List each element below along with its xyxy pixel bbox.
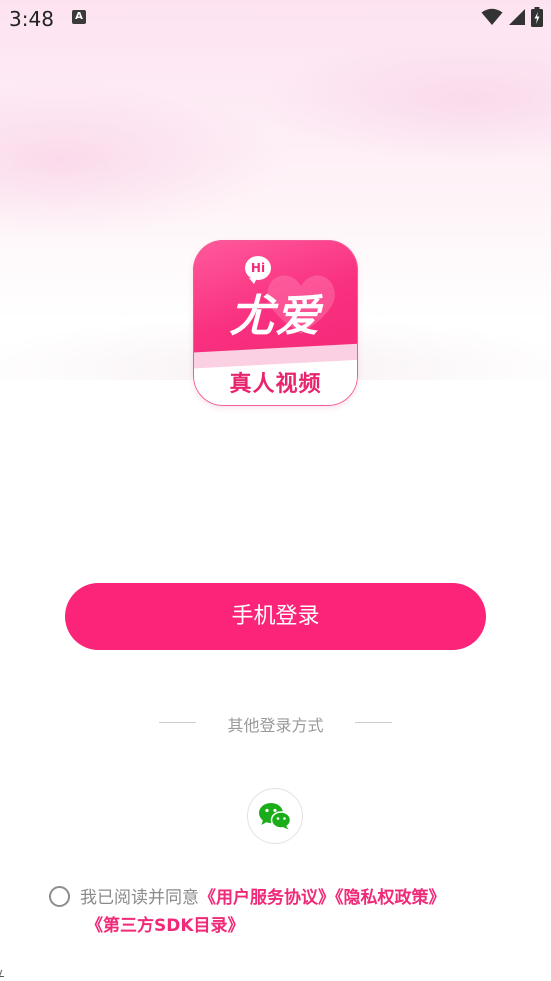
agreement-prefix: 我已阅读并同意 bbox=[80, 888, 199, 908]
battery-charging-icon bbox=[531, 7, 543, 27]
privacy-policy-link[interactable]: 《隐私权政策》 bbox=[335, 888, 446, 908]
corner-mark bbox=[0, 970, 7, 977]
wechat-icon bbox=[259, 803, 292, 830]
divider-line-right bbox=[355, 722, 392, 723]
agreement-checkbox[interactable] bbox=[49, 886, 70, 907]
status-time: 3:48 bbox=[9, 7, 54, 31]
phone-login-button[interactable]: 手机登录 bbox=[65, 583, 486, 650]
other-login-label: 其他登录方式 bbox=[227, 716, 324, 735]
agreement-text: 我已阅读并同意《用户服务协议》《隐私权政策》 《第三方SDK目录》 bbox=[80, 884, 520, 940]
app-logo: Hi 尤爱 真人视频 bbox=[193, 240, 358, 406]
wechat-login-button[interactable] bbox=[247, 788, 303, 844]
divider-line-left bbox=[159, 722, 196, 723]
user-agreement-link[interactable]: 《用户服务协议》 bbox=[199, 888, 335, 908]
status-bar: 3:48 A bbox=[0, 0, 551, 38]
wifi-icon bbox=[481, 8, 503, 25]
sdk-list-link[interactable]: 《第三方SDK目录》 bbox=[86, 916, 245, 936]
notification-icon: A bbox=[72, 10, 86, 24]
other-login-divider: 其他登录方式 bbox=[0, 710, 551, 736]
logo-subtitle: 真人视频 bbox=[229, 372, 322, 397]
signal-icon bbox=[509, 9, 525, 25]
logo-hi-bubble: Hi bbox=[245, 256, 271, 284]
status-icons bbox=[481, 6, 543, 28]
logo-title: 尤爱 bbox=[229, 291, 322, 342]
